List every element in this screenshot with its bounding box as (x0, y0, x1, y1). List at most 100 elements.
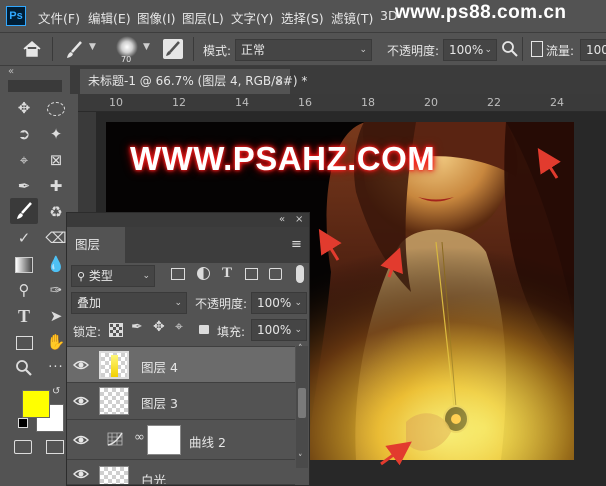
ellipse-marquee-icon[interactable] (44, 96, 68, 120)
rectangle-tool-icon[interactable] (12, 330, 36, 354)
eraser-icon[interactable]: ⌫ (44, 226, 68, 250)
layers-scrollbar[interactable]: ˄ ˅ (296, 344, 308, 468)
layer-thumbnail (99, 466, 129, 484)
menu-image[interactable]: 图像(I) (137, 8, 175, 27)
chevron-down-icon[interactable]: ▼ (89, 42, 96, 52)
mode-value: 正常 (241, 43, 266, 57)
opacity-label: 不透明度: (387, 44, 440, 58)
filter-type-icon[interactable]: T (222, 265, 232, 282)
mask-link-icon[interactable]: ∞ (134, 430, 145, 445)
canvas-text-layer: WWW.PSAHZ.COM (130, 140, 436, 177)
brush-tool-icon[interactable] (63, 39, 85, 61)
zoom-tool-icon[interactable] (12, 356, 36, 380)
opacity-field[interactable]: 100% ⌄ (443, 39, 497, 61)
visibility-eye-icon[interactable] (73, 357, 89, 373)
close-icon[interactable]: × (274, 69, 284, 94)
brush-settings-icon[interactable] (163, 39, 183, 59)
lock-position-icon[interactable]: ✥ (153, 319, 165, 335)
flow-icon[interactable] (531, 41, 543, 57)
menu-select[interactable]: 选择(S) (281, 8, 324, 27)
lock-transparent-icon[interactable] (109, 323, 123, 337)
pen-tool-icon[interactable]: ✑ (44, 278, 68, 302)
menu-file[interactable]: 文件(F) (38, 8, 80, 27)
chevron-down-icon[interactable]: ▼ (143, 42, 150, 52)
layer-name[interactable]: 曲线 2 (189, 432, 226, 451)
collapse-icon[interactable]: « (8, 66, 14, 77)
default-colors-icon[interactable] (18, 418, 28, 428)
opacity-value: 100% (449, 43, 484, 57)
layer-opacity-field[interactable]: 100% ⌄ (251, 292, 307, 314)
menu-type[interactable]: 文字(Y) (231, 8, 273, 27)
panel-menu-icon[interactable]: ≡ (291, 237, 302, 252)
layer-row[interactable]: 白光 (67, 460, 295, 485)
eyedropper-icon[interactable]: ✒ (12, 174, 36, 198)
ruler-tick: 24 (550, 96, 564, 109)
layer-row[interactable]: 图层 3 (67, 383, 295, 420)
panel-header[interactable]: « × (67, 213, 309, 227)
layer-row[interactable]: 图层 4 (67, 346, 295, 383)
chevron-down-icon[interactable]: ˅ (298, 454, 303, 464)
lasso-tool-icon[interactable]: ➲ (12, 122, 36, 146)
overlay-glow (346, 292, 574, 460)
visibility-eye-icon[interactable] (73, 466, 89, 482)
mode-dropdown[interactable]: 正常 ⌄ (235, 39, 372, 61)
layer-name[interactable]: 白光 (141, 470, 166, 484)
filter-toggle[interactable] (296, 265, 304, 283)
type-tool-icon[interactable]: T (12, 304, 36, 328)
frame-tool-icon[interactable]: ⊠ (44, 148, 68, 172)
toolbar-grip[interactable] (8, 80, 62, 92)
flow-value: 100 (586, 43, 606, 57)
filter-shape-icon[interactable] (245, 268, 258, 280)
ruler-horizontal: 10 12 14 16 18 20 22 24 (78, 94, 606, 112)
filter-smart-object-icon[interactable] (269, 268, 282, 280)
layer-name[interactable]: 图层 4 (141, 357, 178, 376)
swap-colors-icon[interactable]: ↺ (52, 386, 60, 397)
tab-layers[interactable]: 图层 (67, 227, 125, 263)
close-icon[interactable]: × (295, 213, 303, 227)
filter-adjustment-icon[interactable] (197, 267, 210, 280)
lock-all-icon[interactable] (199, 325, 209, 334)
brush-tool-icon[interactable] (10, 198, 38, 224)
menu-edit[interactable]: 编辑(E) (88, 8, 131, 27)
screen-mode-icon[interactable] (46, 440, 64, 454)
collapse-icon[interactable]: « (279, 213, 285, 227)
layer-name[interactable]: 图层 3 (141, 393, 178, 412)
fill-field[interactable]: 100% ⌄ (251, 319, 307, 341)
ruler-tick: 22 (487, 96, 501, 109)
lock-artboard-icon[interactable]: ⌖ (175, 319, 183, 335)
quick-mask-icon[interactable] (14, 440, 32, 454)
ruler-tick: 12 (172, 96, 186, 109)
foreground-color-swatch[interactable] (22, 390, 50, 418)
healing-brush-icon[interactable]: ✚ (44, 174, 68, 198)
lock-label: 锁定: (73, 325, 102, 339)
layer-filter-dropdown[interactable]: ⚲ 类型 ⌄ (71, 265, 155, 287)
gradient-tool-icon[interactable] (12, 252, 36, 276)
move-tool-icon[interactable]: ✥ (12, 96, 36, 120)
menu-layer[interactable]: 图层(L) (182, 8, 224, 27)
document-tab[interactable]: 未标题-1 @ 66.7% (图层 4, RGB/8#) * × (80, 69, 307, 94)
filter-pixel-icon[interactable] (171, 268, 185, 280)
flow-field[interactable]: 100 (580, 39, 606, 61)
path-selection-icon[interactable]: ➤ (44, 304, 68, 328)
stamp-tool-icon[interactable]: ♻ (44, 200, 68, 224)
history-brush-icon[interactable]: ✓ (12, 226, 36, 250)
hand-tool-icon[interactable]: ✋ (44, 330, 68, 354)
crop-tool-icon[interactable]: ⌖ (12, 148, 36, 172)
blend-mode-dropdown[interactable]: 叠加 ⌄ (71, 292, 187, 314)
chevron-up-icon[interactable]: ˄ (298, 344, 303, 354)
home-icon[interactable] (20, 38, 44, 60)
lock-pixels-icon[interactable]: ✒ (131, 319, 143, 335)
pressure-opacity-icon[interactable] (501, 40, 519, 58)
layer-mask-thumbnail (147, 425, 181, 455)
more-tools-icon[interactable]: ··· (44, 356, 68, 380)
visibility-eye-icon[interactable] (73, 393, 89, 409)
layer-thumbnail (99, 387, 129, 415)
blur-tool-icon[interactable]: 💧 (44, 252, 68, 276)
visibility-eye-icon[interactable] (73, 432, 89, 448)
scrollbar-thumb[interactable] (298, 388, 306, 418)
ruler-tick: 18 (361, 96, 375, 109)
magic-wand-icon[interactable]: ✦ (44, 122, 68, 146)
dodge-tool-icon[interactable]: ⚲ (12, 278, 36, 302)
menu-filter[interactable]: 滤镜(T) (331, 8, 373, 27)
layer-row[interactable]: ∞ 曲线 2 (67, 420, 295, 460)
